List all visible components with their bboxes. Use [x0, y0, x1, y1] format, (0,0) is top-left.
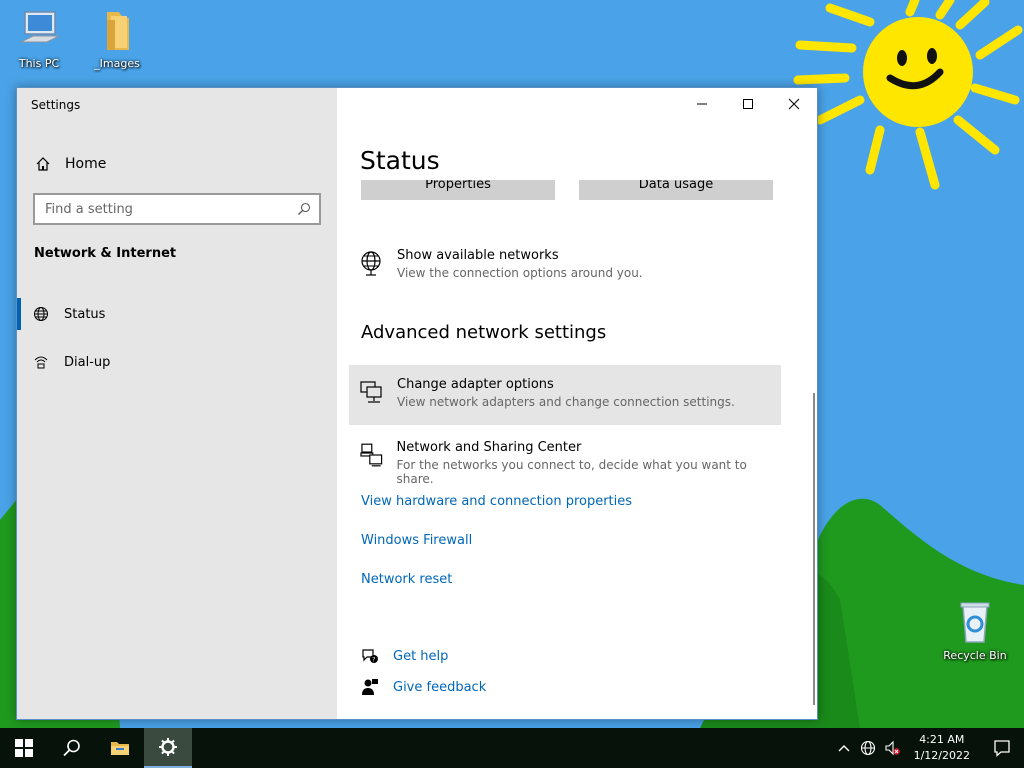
- computer-icon: [20, 11, 60, 43]
- get-help-link[interactable]: ? Get help: [361, 647, 448, 665]
- scrollbar[interactable]: [813, 393, 815, 705]
- properties-button[interactable]: Properties: [361, 180, 555, 200]
- show-networks-title: Show available networks: [397, 248, 559, 263]
- adapter-options-title: Change adapter options: [397, 377, 554, 392]
- maximize-icon: [743, 99, 753, 109]
- sharing-center-desc: For the networks you connect to, decide …: [396, 458, 747, 486]
- gear-icon: [159, 738, 177, 756]
- action-center-button[interactable]: [980, 728, 1024, 768]
- dialup-icon: [34, 356, 48, 369]
- folder-icon: [107, 12, 129, 50]
- advanced-settings-heading: Advanced network settings: [361, 322, 607, 343]
- sidebar-item-status[interactable]: Status: [17, 294, 337, 334]
- search-icon[interactable]: [297, 202, 311, 216]
- change-adapter-options[interactable]: Change adapter options View network adap…: [349, 365, 781, 425]
- system-tray: 4:21 AM 1/12/2022: [832, 728, 1024, 768]
- globe-icon: [34, 307, 48, 321]
- page-title: Status: [360, 146, 440, 175]
- volume-tray-button[interactable]: [880, 728, 904, 768]
- settings-taskbar-button[interactable]: [144, 728, 192, 768]
- clock-date: 1/12/2022: [913, 749, 970, 762]
- network-globe-icon: [860, 740, 875, 756]
- hardware-properties-link[interactable]: View hardware and connection properties: [361, 494, 632, 509]
- sun-drawing: [793, 0, 1023, 190]
- data-usage-button[interactable]: Data usage: [579, 180, 773, 200]
- section-heading: Network & Internet: [34, 246, 177, 261]
- settings-main-pane: Status Properties Data usage Show availa…: [337, 88, 817, 719]
- close-button[interactable]: [771, 88, 817, 120]
- clock[interactable]: 4:21 AM 1/12/2022: [904, 732, 980, 764]
- search-input[interactable]: [35, 195, 297, 223]
- volume-muted-icon: [885, 740, 900, 756]
- sidebar-item-dialup[interactable]: Dial-up: [17, 342, 337, 382]
- give-feedback-link[interactable]: Give feedback: [361, 678, 486, 696]
- show-networks-desc: View the connection options around you.: [397, 266, 643, 280]
- adapter-options-desc: View network adapters and change connect…: [397, 395, 735, 409]
- nav-home[interactable]: Home: [17, 146, 337, 182]
- selected-indicator: [17, 298, 21, 330]
- network-sharing-center[interactable]: Network and Sharing Center For the netwo…: [349, 440, 781, 500]
- network-globe-icon: [361, 251, 381, 276]
- minimize-button[interactable]: [679, 88, 725, 120]
- show-available-networks[interactable]: Show available networks View the connect…: [349, 248, 781, 308]
- windows-logo-icon: [15, 739, 33, 757]
- minimize-icon: [697, 103, 707, 105]
- windows-firewall-link[interactable]: Windows Firewall: [361, 533, 472, 548]
- recycle-bin-label: Recycle Bin: [943, 649, 1007, 662]
- chevron-up-icon: [838, 745, 850, 752]
- network-reset-link[interactable]: Network reset: [361, 572, 452, 587]
- close-icon: [788, 98, 800, 110]
- search-box: [33, 193, 321, 225]
- recycle-bin-desktop-icon[interactable]: Recycle Bin: [940, 600, 1010, 662]
- nav-home-label: Home: [65, 156, 107, 172]
- window-title: Settings: [31, 98, 81, 112]
- get-help-label: Get help: [393, 648, 449, 664]
- images-folder-desktop-icon[interactable]: _Images: [82, 8, 152, 70]
- network-tray-button[interactable]: [856, 728, 880, 768]
- home-icon: [36, 157, 50, 171]
- window-controls: [679, 88, 817, 120]
- taskbar: 4:21 AM 1/12/2022: [0, 728, 1024, 768]
- sidebar-item-label: Dial-up: [64, 354, 111, 370]
- this-pc-desktop-icon[interactable]: This PC: [4, 8, 74, 70]
- give-feedback-label: Give feedback: [393, 679, 487, 695]
- images-folder-label: _Images: [94, 57, 140, 70]
- sharing-center-icon: [360, 443, 383, 467]
- sidebar-item-label: Status: [64, 306, 106, 322]
- recycle-bin-icon: [960, 602, 990, 643]
- start-button[interactable]: [0, 728, 48, 768]
- settings-sidebar: Settings Home Network & Internet: [17, 88, 337, 719]
- help-chat-icon: ?: [362, 649, 378, 663]
- feedback-person-icon: [362, 679, 378, 695]
- svg-text:?: ?: [372, 656, 375, 663]
- notification-icon: [994, 740, 1010, 757]
- clock-time: 4:21 AM: [919, 733, 965, 746]
- maximize-button[interactable]: [725, 88, 771, 120]
- sharing-center-title: Network and Sharing Center: [396, 440, 582, 455]
- search-icon: [63, 739, 80, 757]
- network-adapter-icon: [360, 381, 382, 403]
- file-explorer-button[interactable]: [96, 728, 144, 768]
- folder-icon: [111, 742, 129, 755]
- this-pc-label: This PC: [18, 57, 60, 70]
- settings-window: Settings Home Network & Internet: [16, 87, 818, 720]
- show-hidden-icons-button[interactable]: [832, 728, 856, 768]
- taskbar-search-button[interactable]: [48, 728, 96, 768]
